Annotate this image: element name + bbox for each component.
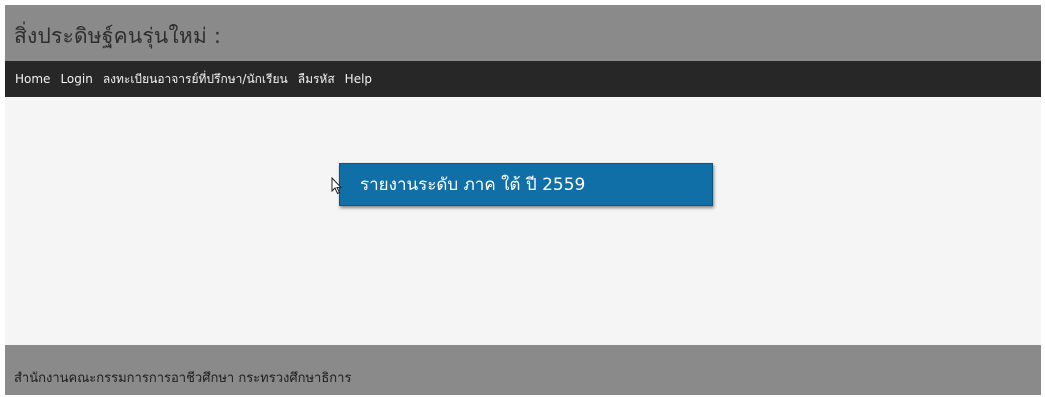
nav-home-link[interactable]: Home [15,72,50,86]
main-navbar: Home Login ลงทะเบียนอาจารย์ที่ปรึกษา/นัก… [5,61,1041,97]
main-content: รายงานระดับ ภาค ใต้ ปี 2559 [5,97,1041,345]
nav-login-link[interactable]: Login [60,72,92,86]
site-title: สิ่งประดิษฐ์คนรุ่นใหม่ : [14,24,222,48]
footer-text: สำนักงานคณะกรรมการการอาชีวศึกษา กระทรวงศ… [14,371,352,386]
page-frame: สิ่งประดิษฐ์คนรุ่นใหม่ : Home Login ลงทะ… [5,5,1041,395]
report-button[interactable]: รายงานระดับ ภาค ใต้ ปี 2559 [339,163,713,206]
nav-help-link[interactable]: Help [345,72,372,86]
site-footer: สำนักงานคณะกรรมการการอาชีวศึกษา กระทรวงศ… [5,345,1041,395]
nav-register-link[interactable]: ลงทะเบียนอาจารย์ที่ปรึกษา/นักเรียน [103,70,288,89]
nav-forgot-password-link[interactable]: ลืมรหัส [298,70,335,89]
site-header: สิ่งประดิษฐ์คนรุ่นใหม่ : [5,5,1041,61]
mouse-pointer-icon [331,177,343,195]
report-button-label: รายงานระดับ ภาค ใต้ ปี 2559 [360,175,586,195]
